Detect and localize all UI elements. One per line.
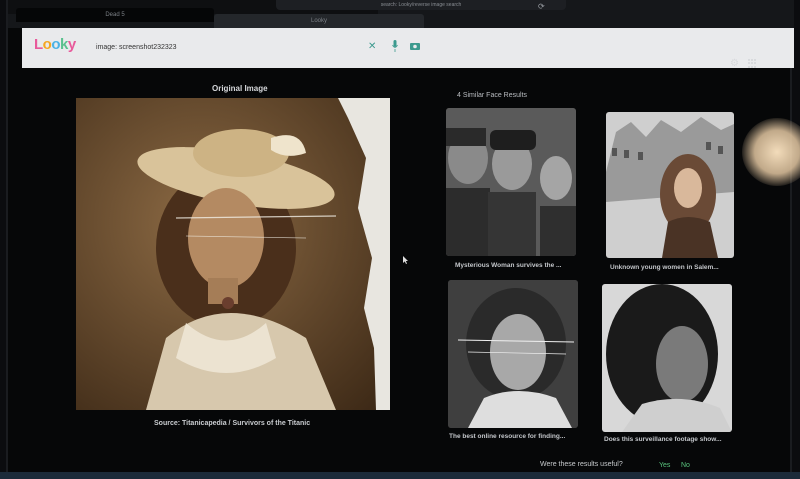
monitor-bezel (0, 472, 800, 479)
tab-looky[interactable]: Looky (214, 14, 424, 28)
original-image-title: Original Image (212, 84, 268, 93)
result-label-3[interactable]: The best online resource for finding... (449, 433, 565, 440)
results-title: 4 Similar Face Results (457, 92, 528, 99)
gear-icon[interactable]: ⚙ (730, 58, 739, 69)
feedback-question: Were these results useful? (540, 461, 623, 468)
feedback-no-link[interactable]: No (681, 462, 690, 469)
result-thumbnail-1[interactable] (446, 108, 576, 256)
address-bar[interactable]: search: Looky/reverse image search (276, 0, 566, 10)
result-thumbnail-4[interactable] (602, 284, 732, 432)
mouse-cursor-icon (403, 256, 408, 264)
feedback-yes-link[interactable]: Yes (659, 462, 670, 469)
image-source-caption: Source: Titanicapedia / Survivors of the… (154, 420, 311, 427)
portrait-grayscale-illustration (448, 280, 578, 428)
original-image[interactable] (76, 98, 390, 410)
monitor-screen: Dead 5 Looky search: Looky/reverse image… (6, 0, 794, 479)
search-input[interactable]: image: screenshot232323 (96, 44, 177, 51)
apps-grid-icon[interactable] (748, 59, 757, 68)
close-icon[interactable]: ✕ (368, 41, 376, 52)
result-label-1[interactable]: Mysterious Woman survives the ... (455, 262, 561, 269)
microphone-icon[interactable] (392, 40, 398, 52)
result-thumbnail-2[interactable] (606, 112, 734, 258)
surveillance-still-illustration (602, 284, 732, 432)
original-portrait-illustration (76, 98, 390, 410)
reload-icon[interactable]: ⟳ (538, 2, 545, 11)
tab-dead[interactable]: Dead 5 (16, 8, 214, 22)
result-label-2[interactable]: Unknown young women in Salem... (610, 264, 719, 271)
camera-icon[interactable] (410, 42, 420, 50)
app-toolbar: Looky image: screenshot232323 ✕ (22, 28, 794, 68)
browser-chrome: Dead 5 Looky search: Looky/reverse image… (8, 0, 794, 28)
result-label-4[interactable]: Does this surveillance footage show... (604, 436, 722, 443)
looky-logo[interactable]: Looky (34, 36, 76, 53)
crowd-photo-illustration (446, 108, 576, 256)
salem-sketch-illustration (606, 112, 734, 258)
result-thumbnail-3[interactable] (448, 280, 578, 428)
